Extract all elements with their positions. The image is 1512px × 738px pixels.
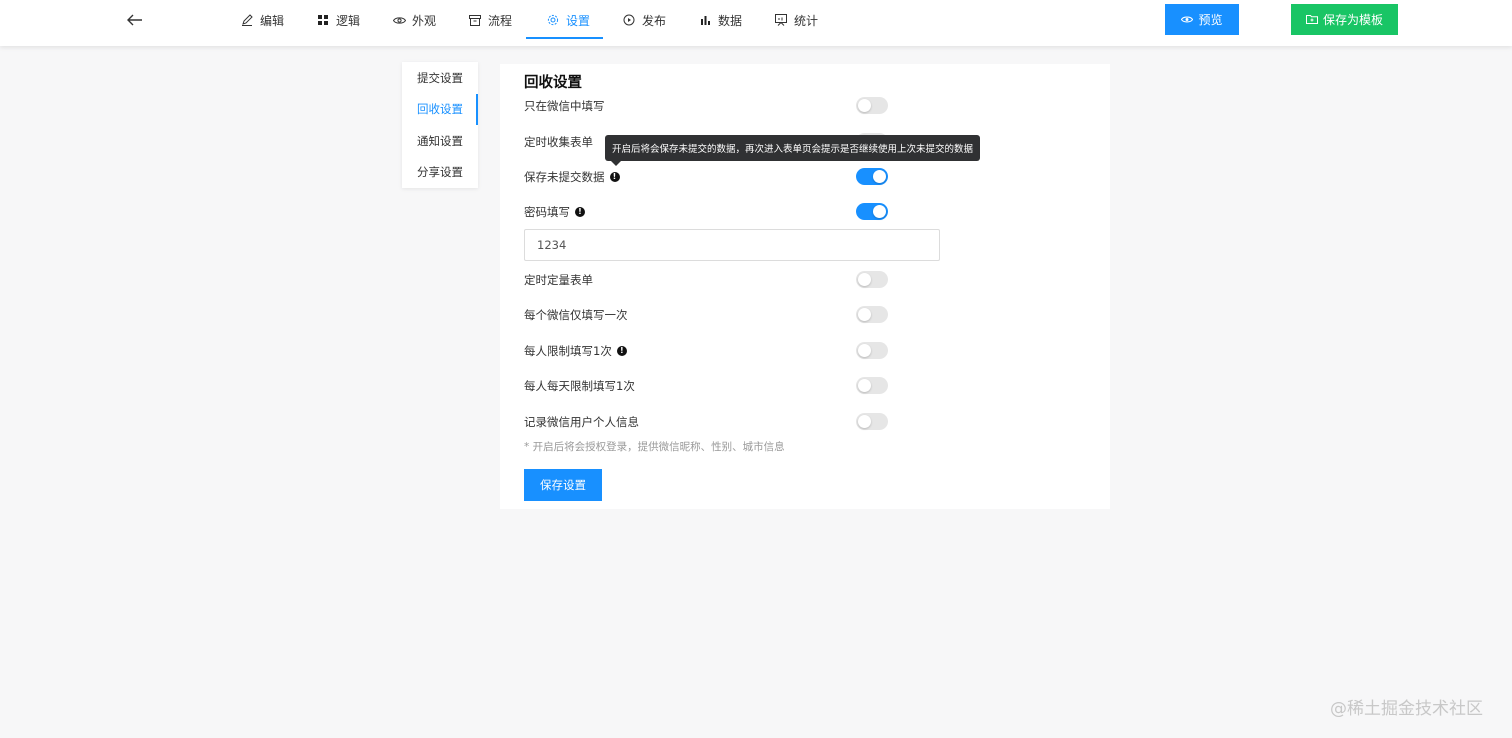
grid-icon [316,13,330,27]
sidebar-item-submit-settings[interactable]: 提交设置 [402,62,478,94]
toggle-once-per-wechat[interactable] [856,306,888,323]
info-icon[interactable]: ! [575,207,585,217]
hint-text: * 开启后将会授权登录，提供微信昵称、性别、城市信息 [524,441,785,453]
setting-text: 密码填写 [524,205,570,219]
preview-button-label: 预览 [1198,13,1223,27]
edit-icon [240,13,254,27]
setting-label-save-unsubmitted: 保存未提交数据 ! [524,169,620,185]
settings-side-menu: 提交设置 回收设置 通知设置 分享设置 [402,62,478,188]
save-settings-button[interactable]: 保存设置 [524,469,602,501]
settings-panel: 回收设置 只在微信中填写 定时收集表单 保存未提交数据 ! 密码填写 ! 定时定… [500,64,1110,509]
setting-label-scheduled-collection: 定时收集表单 [524,134,593,150]
toggle-password[interactable] [856,203,888,220]
eye-icon [1181,13,1194,27]
tab-settings-label: 设置 [566,13,591,28]
info-icon[interactable]: ! [609,172,620,182]
toggle-wechat-only[interactable] [856,97,888,114]
sidebar-item-notification-settings[interactable]: 通知设置 [402,125,478,157]
save-as-template-button[interactable]: 保存为模板 [1291,4,1398,35]
tab-appearance[interactable]: 外观 [392,0,436,40]
setting-label-once-per-wechat: 每个微信仅填写一次 [524,307,628,323]
archive-icon [468,13,482,27]
setting-label-wechat-only: 只在微信中填写 [524,98,605,114]
top-nav-bar: 编辑 逻辑 外观 流程 设置 发布 数据 统计 预览 保存为模板 [0,0,1512,46]
toggle-once-per-day[interactable] [856,377,888,394]
active-tab-indicator [526,37,603,39]
bar-chart-icon [698,13,712,27]
toggle-save-unsubmitted[interactable] [856,168,888,185]
save-as-template-label: 保存为模板 [1322,13,1383,27]
sidebar-item-share-settings[interactable]: 分享设置 [402,157,478,189]
setting-text: 每个微信仅填写一次 [524,308,628,322]
tab-flow-label: 流程 [488,13,513,28]
setting-text: 定时定量表单 [524,273,593,287]
tab-edit[interactable]: 编辑 [240,0,284,40]
setting-label-once-per-person: 每人限制填写1次 ! [524,343,627,359]
setting-label-once-per-day: 每人每天限制填写1次 [524,378,635,394]
tab-logic-label: 逻辑 [336,13,361,28]
gear-icon [546,13,560,27]
tab-publish[interactable]: 发布 [622,0,666,40]
tab-data[interactable]: 数据 [698,0,742,40]
page-title: 回收设置 [524,75,582,91]
tab-appearance-label: 外观 [412,13,437,28]
setting-text: 每人每天限制填写1次 [524,379,635,393]
setting-text: 每人限制填写1次 [524,344,612,358]
tab-statistics-label: 统计 [794,13,819,28]
setting-text: 定时收集表单 [524,135,593,149]
info-icon[interactable]: ! [616,346,627,356]
password-input[interactable] [524,229,940,261]
back-arrow-icon[interactable] [124,9,146,31]
tab-settings[interactable]: 设置 [546,0,590,40]
toggle-scheduled-quota[interactable] [856,271,888,288]
setting-label-password: 密码填写 ! [524,204,585,220]
tab-logic[interactable]: 逻辑 [316,0,360,40]
setting-text: 保存未提交数据 [524,170,605,184]
sidebar-item-collection-settings[interactable]: 回收设置 [402,93,478,126]
tab-statistics[interactable]: 统计 [774,0,818,40]
toggle-record-wechat-info[interactable] [856,413,888,430]
tab-flow[interactable]: 流程 [468,0,512,40]
setting-text: 只在微信中填写 [524,99,605,113]
setting-label-record-wechat-info: 记录微信用户个人信息 [524,414,639,430]
setting-text: 记录微信用户个人信息 [524,415,639,429]
folder-plus-icon [1305,13,1318,27]
preview-button[interactable]: 预览 [1165,4,1239,35]
tooltip: 开启后将会保存未提交的数据，再次进入表单页会提示是否继续使用上次未提交的数据 [605,135,980,166]
eye-icon [392,13,406,27]
tab-edit-label: 编辑 [260,13,285,28]
toggle-once-per-person[interactable] [856,342,888,359]
setting-label-scheduled-quota: 定时定量表单 [524,272,593,288]
play-circle-icon [622,13,636,27]
report-icon [774,13,788,27]
watermark: @稀土掘金技术社区 [1330,699,1483,719]
tab-publish-label: 发布 [642,13,667,28]
tab-data-label: 数据 [718,13,743,28]
